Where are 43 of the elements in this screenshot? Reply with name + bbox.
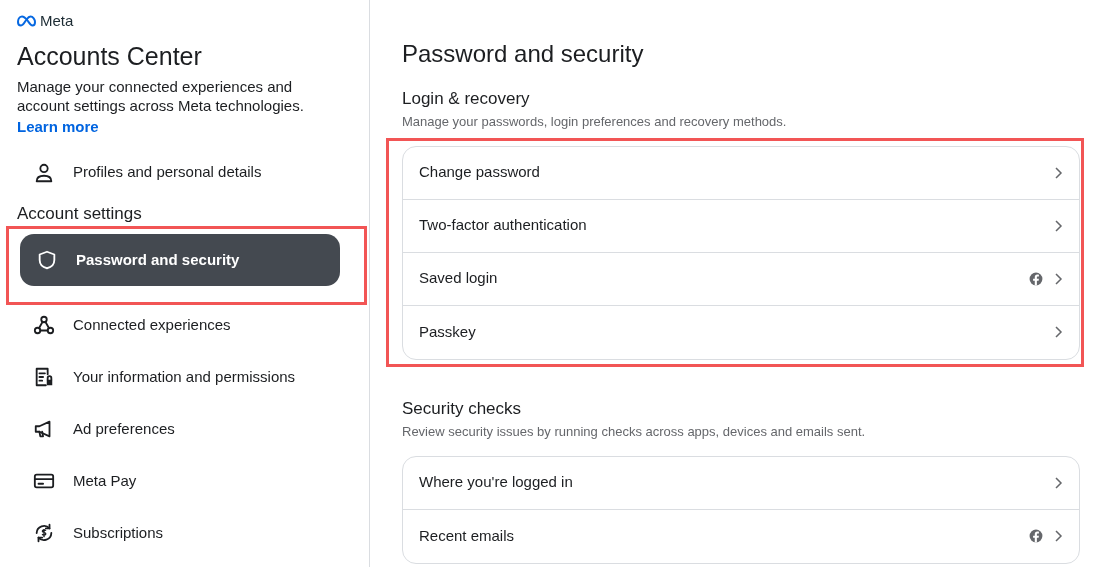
sidebar-item[interactable]: Ad preferences <box>17 403 337 455</box>
infinity-logo-icon <box>17 15 36 28</box>
row-label: Change password <box>419 162 541 183</box>
chevron-right-icon <box>1053 165 1063 180</box>
section-heading: Security checks <box>402 398 523 420</box>
sidebar-item[interactable]: Subscriptions <box>17 507 337 559</box>
document-lock-icon <box>33 366 55 388</box>
sidebar-item[interactable]: Profiles and personal details <box>17 146 337 199</box>
main-title: Password and security <box>402 40 645 69</box>
chevron-right-icon <box>1053 218 1063 233</box>
sidebar-item[interactable]: Password and security <box>20 234 340 286</box>
facebook-icon <box>1029 529 1043 544</box>
nodes-icon <box>33 314 55 336</box>
learn-more-link[interactable]: Learn more <box>17 117 99 135</box>
settings-row[interactable]: Change password <box>403 146 1079 200</box>
row-label: Two-factor authentication <box>419 215 588 236</box>
chevron-right-icon <box>1053 475 1063 490</box>
section-heading: Account settings <box>17 202 143 225</box>
section-description: Review security issues by running checks across apps, devices and emails sent. <box>402 423 867 442</box>
chevron-right-icon <box>1053 529 1063 544</box>
row-label: Recent emails <box>419 525 516 546</box>
sidebar-item[interactable]: Meta Pay <box>17 455 337 507</box>
page-title: Accounts Center <box>17 40 203 71</box>
settings-row[interactable]: Where you're logged in <box>403 456 1079 510</box>
subscription-icon <box>33 522 55 544</box>
chevron-right-icon <box>1053 325 1063 340</box>
shield-icon <box>36 249 58 271</box>
row-label: Passkey <box>419 321 477 342</box>
sidebar-item[interactable]: Your information and permissions <box>17 351 337 403</box>
settings-row[interactable]: Passkey <box>403 305 1079 359</box>
section-description: Manage your passwords, login preferences and recovery methods. <box>402 113 788 132</box>
person-icon <box>33 161 55 184</box>
facebook-icon <box>1029 271 1043 286</box>
settings-row[interactable]: Two-factor authentication <box>403 199 1079 253</box>
settings-row[interactable]: Saved login <box>403 252 1079 306</box>
row-label: Where you're logged in <box>419 472 574 493</box>
brand-name: Meta <box>40 11 74 31</box>
sidebar-item[interactable]: Connected experiences <box>17 299 337 351</box>
chevron-right-icon <box>1053 271 1063 286</box>
description-text: Manage your connected experiences and account settings across Meta technologies. <box>17 76 305 115</box>
row-label: Saved login <box>419 268 499 289</box>
settings-row[interactable]: Recent emails <box>403 509 1079 563</box>
section-heading: Login & recovery <box>402 88 531 110</box>
